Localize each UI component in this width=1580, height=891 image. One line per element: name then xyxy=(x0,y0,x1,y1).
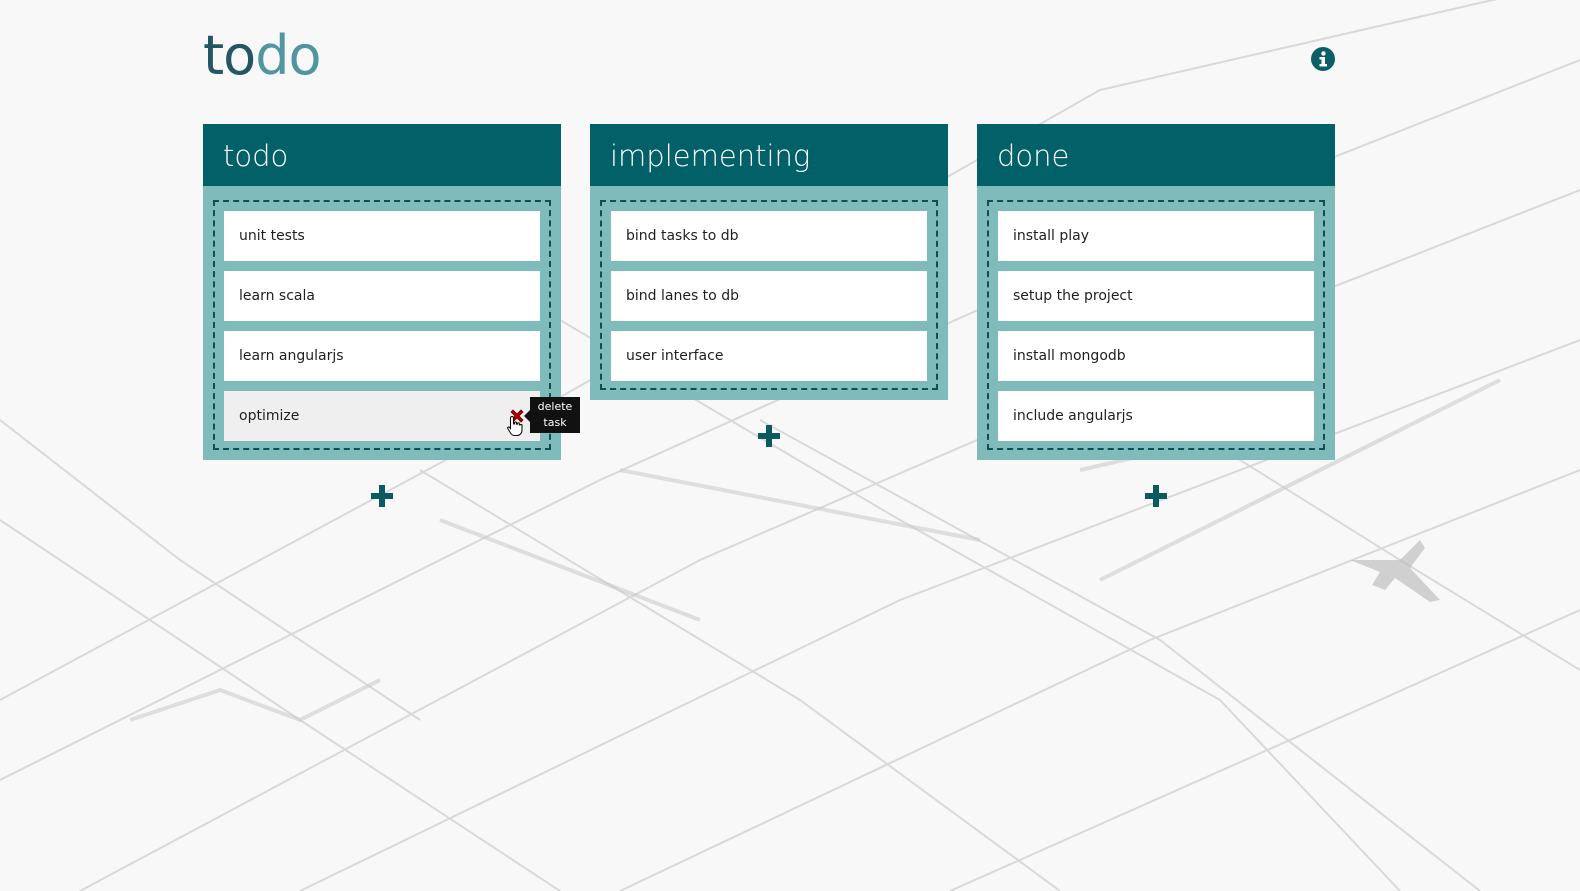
info-icon[interactable] xyxy=(1311,47,1335,71)
logo-text-do: do xyxy=(255,24,321,87)
task-card[interactable]: install mongodb xyxy=(998,331,1314,381)
hand-pointer-icon xyxy=(507,415,523,437)
lane-body: bind tasks to db bind lanes to db user i… xyxy=(590,186,948,400)
task-card[interactable]: setup the project xyxy=(998,271,1314,321)
lane-body: install play setup the project install m… xyxy=(977,186,1335,460)
task-card[interactable]: learn scala xyxy=(224,271,540,321)
add-task-todo-button[interactable] xyxy=(370,484,394,508)
app-logo: todo xyxy=(203,24,322,87)
task-label: install mongodb xyxy=(1013,348,1126,364)
task-label: learn angularjs xyxy=(239,348,344,364)
lane-todo: todo unit tests learn scala learn angula… xyxy=(203,124,580,460)
task-card[interactable]: install play xyxy=(998,211,1314,261)
lane-title[interactable]: done xyxy=(977,124,1335,186)
task-label: bind tasks to db xyxy=(626,228,739,244)
task-card[interactable]: learn angularjs xyxy=(224,331,540,381)
tooltip-line: task xyxy=(543,416,567,429)
lane-title[interactable]: todo xyxy=(203,124,561,186)
task-card[interactable]: bind tasks to db xyxy=(611,211,927,261)
delete-task-tooltip: delete task xyxy=(524,397,580,433)
lane-title[interactable]: implementing xyxy=(590,124,948,186)
logo-text-to: to xyxy=(203,24,256,87)
task-label: unit tests xyxy=(239,228,305,244)
task-card[interactable]: user interface xyxy=(611,331,927,381)
add-task-implementing-button[interactable] xyxy=(757,424,781,448)
task-card[interactable]: bind lanes to db xyxy=(611,271,927,321)
tooltip-line: delete xyxy=(537,400,573,413)
task-label: user interface xyxy=(626,348,724,364)
task-drop-zone[interactable]: unit tests learn scala learn angularjs o… xyxy=(213,200,580,450)
lane-body: unit tests learn scala learn angularjs o… xyxy=(203,186,580,460)
add-task-done-button[interactable] xyxy=(1144,484,1168,508)
task-label: setup the project xyxy=(1013,288,1133,304)
task-drop-zone[interactable]: bind tasks to db bind lanes to db user i… xyxy=(600,200,938,390)
task-label: include angularjs xyxy=(1013,408,1133,424)
lane-done: done install play setup the project inst… xyxy=(977,124,1335,460)
task-card[interactable]: unit tests xyxy=(224,211,540,261)
lane-implementing: implementing bind tasks to db bind lanes… xyxy=(590,124,948,400)
task-card[interactable]: include angularjs xyxy=(998,391,1314,441)
task-drop-zone[interactable]: install play setup the project install m… xyxy=(987,200,1325,450)
task-label: install play xyxy=(1013,228,1089,244)
task-label: bind lanes to db xyxy=(626,288,739,304)
task-card[interactable]: optimize delete task xyxy=(224,391,580,441)
task-label: optimize xyxy=(239,408,300,424)
task-label: learn scala xyxy=(239,288,315,304)
